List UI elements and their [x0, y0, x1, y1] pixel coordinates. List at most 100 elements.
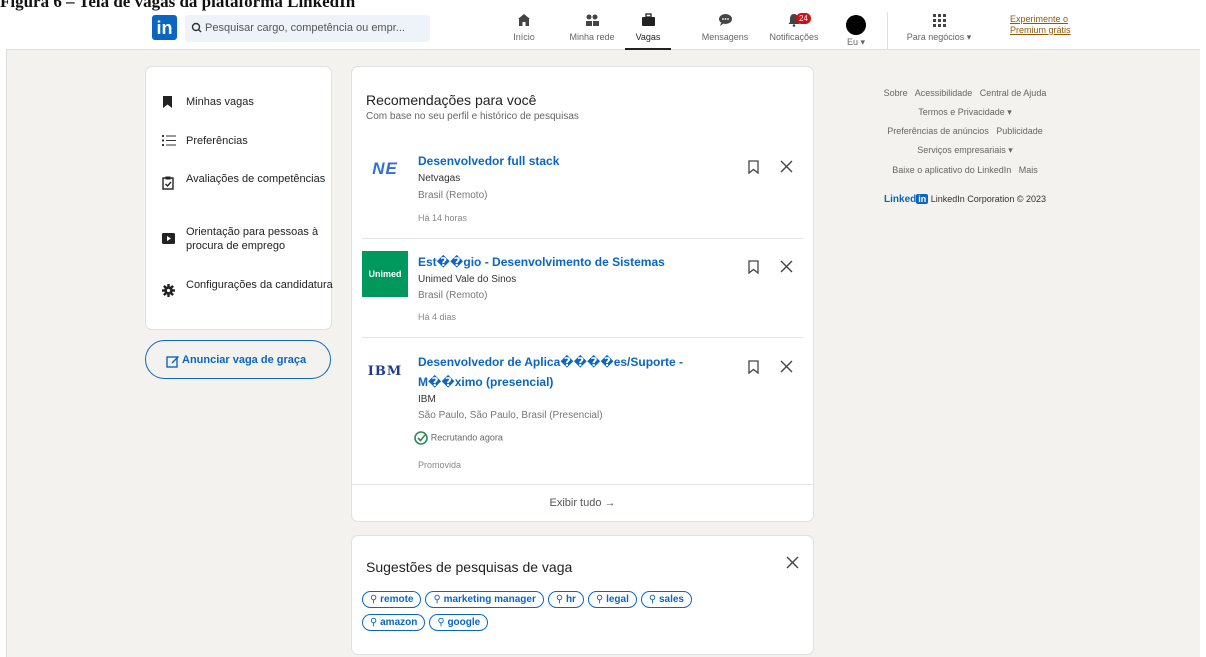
recruiting-now-label: Recrutando agora [430, 432, 503, 443]
chip-label: google [447, 617, 481, 628]
post-job-button[interactable]: Anunciar vaga de graça [145, 340, 331, 379]
job-search-suggestions-card: Sugestões de pesquisas de vaga ⚲ remote ⚲… [351, 535, 814, 655]
suggestion-chip-sales[interactable]: ⚲ sales [640, 591, 692, 608]
nav-home[interactable]: Início [499, 12, 549, 50]
dismiss-job-icon[interactable] [780, 260, 793, 277]
nav-messaging[interactable]: Mensagens [696, 12, 754, 50]
job-location: São Paulo, São Paulo, Brasil (Presencial… [418, 410, 603, 421]
search-input[interactable]: Pesquisar cargo, competência ou empr... [185, 15, 430, 42]
search-icon: ⚲ [370, 594, 381, 605]
netvagas-logo: NE [372, 159, 398, 178]
promoted-label: Promovida [418, 460, 462, 470]
chip-label: marketing manager [443, 594, 536, 605]
briefcase-icon [625, 12, 671, 32]
footer-link-more[interactable]: Mais [1019, 165, 1038, 175]
nav-messaging-label: Mensagens [701, 32, 749, 42]
nav-for-business-label: Para negócios ▾ [906, 32, 972, 42]
close-icon[interactable] [786, 556, 799, 573]
footer-links-row-1: Sobre Acessibilidade Central de Ajuda [860, 83, 1070, 103]
suggestion-chip-hr[interactable]: ⚲ hr [547, 591, 584, 608]
top-navigation-bar: in Pesquisar cargo, competência ou empr.… [6, 12, 1200, 50]
footer-link-advertising[interactable]: Publicidade [996, 126, 1043, 136]
suggestion-chip-amazon[interactable]: ⚲ amazon [362, 614, 426, 631]
ibm-logo: IBM [367, 364, 403, 379]
job-location: Brasil (Remoto) [418, 190, 488, 201]
sidebar-item-label: Orientação para pessoas à procura de emp… [186, 226, 319, 252]
nav-divider [887, 12, 888, 50]
notifications-badge: 24 [796, 13, 811, 24]
nav-jobs-label: Vagas [635, 32, 661, 42]
footer-link-business-services[interactable]: Serviços empresariais ▾ [860, 140, 1070, 160]
chip-label: legal [606, 594, 629, 605]
suggestion-chip-remote[interactable]: ⚲ remote [362, 591, 422, 608]
job-title[interactable]: Desenvolvedor de Aplica����es/Suporte - [418, 353, 718, 371]
job-posted-time: Há 4 dias [418, 312, 457, 322]
linkedin-wordmark-in: in [916, 194, 929, 204]
avatar [846, 15, 866, 35]
footer-link-accessibility[interactable]: Acessibilidade [915, 88, 973, 98]
job-title-line-2[interactable]: M��ximo (presencial) [418, 373, 718, 391]
nav-jobs[interactable]: Vagas [625, 12, 671, 50]
search-placeholder: Pesquisar cargo, competência ou empr... [205, 22, 405, 34]
footer-link-ad-preferences[interactable]: Preferências de anúncios [887, 126, 989, 136]
job-title[interactable]: Desenvolvedor full stack [418, 152, 718, 170]
search-icon: ⚲ [555, 594, 566, 605]
figure-caption: Figura 6 – Tela de vagas da plataforma L… [0, 0, 356, 11]
dismiss-job-icon[interactable] [780, 360, 793, 377]
divider [362, 337, 803, 338]
suggestion-chip-legal[interactable]: ⚲ legal [587, 591, 637, 608]
save-job-icon[interactable] [748, 160, 759, 178]
nav-me[interactable]: Eu ▾ [839, 12, 873, 50]
premium-link[interactable]: Experimente o Premium grátis [1010, 14, 1080, 36]
post-job-label: Anunciar vaga de graça [182, 354, 307, 366]
nav-network-label: Minha rede [569, 32, 615, 42]
show-all-link[interactable]: Exibir tudo → [352, 497, 813, 509]
sidebar-item-label: Avaliações de competências [186, 173, 326, 185]
list-icon [162, 134, 176, 150]
chip-label: amazon [380, 617, 418, 628]
chip-label: hr [565, 594, 576, 605]
messaging-icon [696, 12, 754, 32]
left-sidebar-card: Minhas vagas Preferências Avaliações de … [145, 66, 333, 330]
search-icon: ⚲ [595, 594, 607, 605]
footer-link-get-app[interactable]: Baixe o aplicativo do LinkedIn [892, 165, 1011, 175]
bookmark-icon [162, 95, 173, 112]
footer-link-help-center[interactable]: Central de Ajuda [980, 88, 1047, 98]
job-company: Unimed Vale do Sinos [418, 274, 517, 285]
search-icon: ⚲ [433, 594, 444, 605]
search-icon: ⚲ [370, 617, 381, 628]
network-icon [562, 12, 622, 32]
footer-links-row-3: Preferências de anúncios Publicidade [860, 121, 1070, 141]
target-icon [414, 431, 428, 445]
edit-icon [166, 341, 180, 379]
linkedin-logo[interactable]: in [152, 15, 177, 40]
bell-icon: 24 [762, 12, 826, 32]
job-posted-time: Há 14 horas [418, 213, 468, 223]
suggestions-title: Sugestões de pesquisas de vaga [366, 559, 573, 575]
sidebar-item-label: Minhas vagas [186, 96, 254, 108]
clipboard-check-icon [162, 176, 174, 193]
suggestion-chip-google[interactable]: ⚲ google [429, 614, 489, 631]
save-job-icon[interactable] [748, 260, 759, 278]
nav-home-label: Início [513, 32, 535, 42]
sidebar-item-label: Preferências [186, 135, 248, 147]
unimed-logo: Unimed [362, 251, 408, 297]
nav-notifications[interactable]: 24 Notificações [762, 12, 826, 50]
recommendations-card: Recomendações para você Com base no seu … [351, 66, 814, 522]
footer-copyright: Linked in LinkedIn Corporation © 2023 [860, 189, 1070, 210]
job-title[interactable]: Est��gio - Desenvolvimento de Sistemas [418, 253, 718, 271]
footer-links-row-5: Baixe o aplicativo do LinkedIn Mais [860, 160, 1070, 180]
suggestion-chip-marketing-manager[interactable]: ⚲ marketing manager [425, 591, 544, 608]
video-icon [162, 233, 175, 247]
dismiss-job-icon[interactable] [780, 160, 793, 177]
recommendations-title: Recomendações para você [366, 92, 537, 108]
suggestion-chips: ⚲ remote ⚲ marketing manager ⚲ hr ⚲ legal ⚲ … [362, 589, 802, 635]
job-company: Netvagas [418, 173, 461, 184]
chip-label: sales [658, 594, 684, 605]
job-location: Brasil (Remoto) [418, 290, 488, 301]
footer-link-terms-privacy[interactable]: Termos e Privacidade ▾ [860, 102, 1070, 122]
nav-network[interactable]: Minha rede [562, 12, 622, 50]
nav-for-business[interactable]: Para negócios ▾ [900, 12, 978, 50]
save-job-icon[interactable] [748, 360, 759, 378]
footer-link-about[interactable]: Sobre [884, 88, 908, 98]
